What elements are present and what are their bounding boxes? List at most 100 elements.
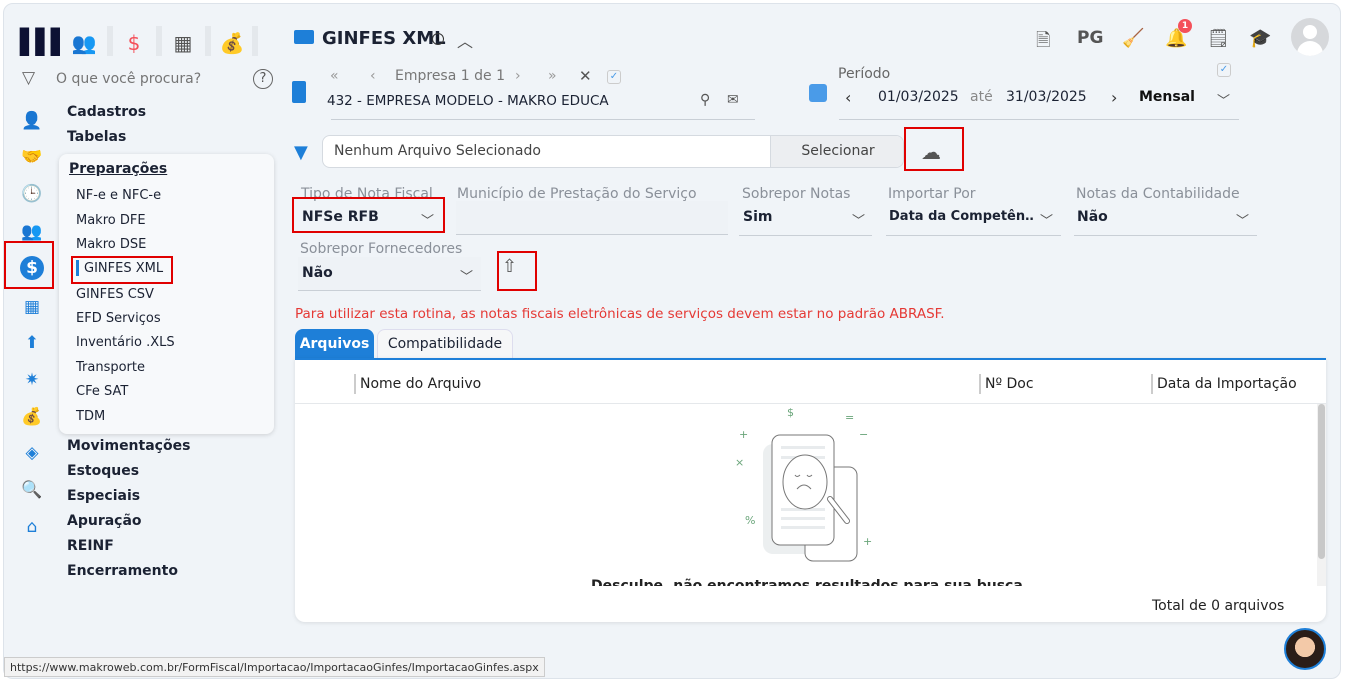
pg-button[interactable]: PG	[1077, 28, 1103, 48]
menu-encerramento[interactable]: Encerramento	[67, 563, 178, 579]
prev-icon[interactable]: ‹	[370, 68, 376, 84]
periodo-start[interactable]: 01/03/2025	[878, 89, 959, 105]
svg-text:+: +	[739, 428, 748, 441]
column-header[interactable]: Nome do Arquivo	[360, 376, 481, 392]
calculator-icon[interactable]: ▦	[20, 295, 44, 319]
close-icon[interactable]: ✕	[579, 67, 592, 85]
calculator-icon[interactable]: ▦	[161, 28, 205, 58]
mail-icon[interactable]: ✉	[727, 92, 739, 108]
prev-period-icon[interactable]: ‹	[845, 88, 851, 107]
underline	[1074, 235, 1257, 236]
importar-por-select[interactable]: Data da Competên…	[889, 209, 1034, 224]
highlight-box	[497, 251, 537, 291]
column-header[interactable]: Nº Doc	[985, 376, 1034, 392]
municipio-label: Município de Prestação do Serviço	[457, 186, 697, 202]
search-input[interactable]	[56, 68, 246, 90]
dollar-icon[interactable]: $	[112, 28, 156, 58]
next-icon[interactable]: ›	[515, 68, 521, 84]
svg-text:%: %	[745, 514, 755, 527]
avatar[interactable]	[1291, 18, 1329, 56]
search-document-icon[interactable]: 🗒	[1207, 28, 1230, 49]
notification-badge: 1	[1178, 19, 1192, 33]
table-body: $ = + − ×% + Desculpe, não encontramos result…	[295, 404, 1326, 586]
submenu-preparacoes: Preparações NF-e e NFC-e Makro DFE Makro…	[59, 154, 274, 434]
layers-icon[interactable]: ◈	[20, 441, 44, 465]
scrollbar[interactable]	[1317, 404, 1326, 586]
periodo-mode[interactable]: Mensal	[1139, 89, 1195, 105]
warning-text: Para utilizar esta rotina, as notas fisc…	[295, 306, 945, 322]
status-bar: https://www.makroweb.com.br/FormFiscal/I…	[4, 657, 545, 677]
tab-compatibilidade[interactable]: Compatibilidade	[377, 329, 513, 359]
sobrepor-forn-value: Não	[302, 265, 333, 281]
files-table: Nome do Arquivo Nº Doc Data da Importaçã…	[295, 358, 1326, 622]
periodo-label: Período	[838, 66, 891, 82]
building-icon	[292, 81, 306, 103]
file-input[interactable]: Nenhum Arquivo Selecionado Selecionar	[322, 135, 904, 168]
submenu-item[interactable]: EFD Serviços	[76, 311, 161, 326]
submenu-item[interactable]: NF-e e NFC-e	[76, 188, 161, 203]
select-file-button[interactable]: Selecionar	[770, 136, 903, 167]
svg-text:=: =	[845, 411, 854, 424]
chevron-down-icon[interactable]: ﹀	[852, 210, 865, 229]
chevron-down-icon[interactable]: ﹀	[1040, 210, 1053, 229]
arrow-up-icon[interactable]: ⬆	[20, 331, 44, 355]
municipio-select[interactable]	[456, 201, 728, 235]
document-icon[interactable]: 🗎	[1036, 28, 1050, 58]
help-icon[interactable]: ?	[253, 69, 273, 89]
submenu-item[interactable]: Makro DSE	[76, 237, 146, 252]
highlight-box	[292, 197, 445, 233]
menu-reinf[interactable]: REINF	[67, 538, 114, 554]
importar-por-label: Importar Por	[888, 186, 976, 202]
notas-contab-select[interactable]: Não	[1077, 209, 1108, 225]
broom-icon[interactable]: 🧹	[1122, 28, 1144, 49]
svg-text:+: +	[863, 535, 872, 548]
clock-icon[interactable]: 🕒	[20, 182, 44, 206]
sobrepor-forn-label: Sobrepor Fornecedores	[300, 241, 463, 257]
graduation-cap-icon[interactable]: 🎓	[1249, 28, 1271, 49]
first-page-icon[interactable]: «	[330, 68, 339, 84]
menu-tabelas[interactable]: Tabelas	[67, 129, 126, 145]
svg-text:$: $	[787, 406, 794, 419]
submenu-item[interactable]: Inventário .XLS	[76, 335, 175, 350]
submenu-title[interactable]: Preparações	[69, 161, 167, 177]
last-page-icon[interactable]: »	[548, 68, 557, 84]
submenu-item[interactable]: GINFES CSV	[76, 287, 154, 302]
column-header[interactable]: Data da Importação	[1157, 376, 1297, 392]
network-icon[interactable]: ✷	[20, 368, 44, 392]
home-icon[interactable]: ⌂	[20, 515, 44, 539]
menu-movimentacoes[interactable]: Movimentações	[67, 438, 190, 454]
filter-icon[interactable]: ▼	[294, 142, 308, 163]
submenu-item[interactable]: CFe SAT	[76, 384, 128, 399]
handshake-icon[interactable]: 🤝	[20, 145, 44, 169]
menu-cadastros[interactable]: Cadastros	[67, 104, 146, 120]
info-icon[interactable]: i	[432, 33, 444, 45]
money-bag-icon[interactable]: 💰	[210, 28, 254, 58]
chevron-down-icon[interactable]: ﹀	[1217, 90, 1230, 109]
search-icon[interactable]: 🔍	[20, 478, 44, 502]
column-divider	[979, 374, 981, 394]
periodo-checkbox[interactable]: ✓	[1217, 63, 1231, 77]
people-icon[interactable]: 👥	[62, 28, 106, 58]
empresa-checkbox[interactable]: ✓	[607, 70, 621, 84]
money-bag-icon[interactable]: 💰	[20, 405, 44, 429]
menu-especiais[interactable]: Especiais	[67, 488, 140, 504]
search-icon[interactable]: ⚲	[700, 92, 710, 108]
submenu-item[interactable]: Transporte	[76, 360, 145, 375]
menu-apuracao[interactable]: Apuração	[67, 513, 142, 529]
tab-arquivos[interactable]: Arquivos	[295, 329, 374, 359]
user-settings-icon[interactable]: 👤	[20, 109, 44, 133]
chevron-down-icon[interactable]: ﹀	[1236, 210, 1249, 229]
collapse-icon[interactable]: ︿	[457, 28, 473, 52]
empty-message: Desculpe, não encontramos resultados par…	[591, 578, 1023, 586]
highlight-box	[4, 241, 54, 289]
assistant-avatar[interactable]	[1284, 628, 1326, 670]
sobrepor-notas-select[interactable]: Sim	[743, 209, 772, 225]
submenu-item[interactable]: Makro DFE	[76, 213, 146, 228]
menu-estoques[interactable]: Estoques	[67, 463, 139, 479]
periodo-end[interactable]: 31/03/2025	[1006, 89, 1087, 105]
empresa-value[interactable]: 432 - EMPRESA MODELO - MAKRO EDUCA	[327, 93, 609, 109]
submenu-item[interactable]: TDM	[76, 409, 105, 424]
sobrepor-forn-select[interactable]: Não ﹀	[298, 257, 481, 291]
filter-icon[interactable]: ▽	[22, 68, 35, 88]
next-period-icon[interactable]: ›	[1111, 88, 1117, 107]
